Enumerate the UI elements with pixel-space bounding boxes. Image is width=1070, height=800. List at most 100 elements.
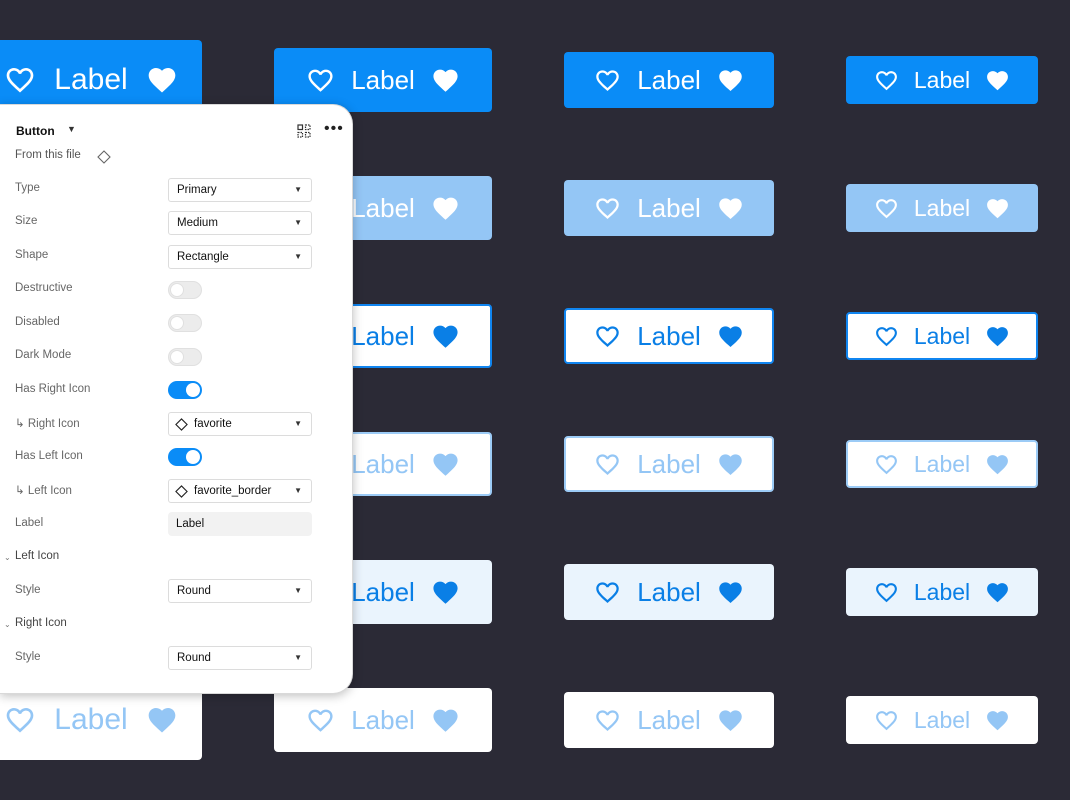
size-select-value: Medium	[177, 217, 218, 229]
button-outline-disabled-xsmall[interactable]: Label	[846, 440, 1038, 488]
button-label: Label	[54, 63, 128, 96]
button-label: Label	[637, 320, 701, 351]
prop-size-label: Size	[15, 215, 38, 227]
heart-filled-icon	[717, 579, 744, 606]
button-label: Label	[351, 192, 415, 223]
button-label: Label	[913, 578, 971, 605]
prop-right-icon-label: ↳ Right Icon	[15, 418, 80, 430]
left-icon-style-value: Round	[177, 585, 211, 597]
button-label: Label	[637, 192, 701, 223]
button-primary-disabled-small[interactable]: Label	[564, 180, 774, 236]
chevron-down-icon: ▼	[294, 653, 302, 662]
heart-filled-icon	[717, 67, 744, 94]
button-label: Label	[351, 64, 415, 95]
heart-outline-icon	[594, 451, 621, 478]
right-icon-section-title[interactable]: Right Icon	[15, 617, 67, 629]
component-instance-icon	[175, 417, 188, 431]
heart-outline-icon	[874, 580, 899, 605]
button-primary-disabled-xsmall[interactable]: Label	[846, 184, 1038, 232]
button-label: Label	[351, 448, 415, 479]
heart-outline-icon	[874, 68, 899, 93]
heart-outline-icon	[594, 67, 621, 94]
button-primary-xsmall[interactable]: Label	[846, 56, 1038, 104]
left-icon-section-title[interactable]: Left Icon	[15, 550, 59, 562]
right-icon-instance-select[interactable]: favorite ▼	[168, 412, 312, 436]
button-outline-disabled-small[interactable]: Label	[564, 436, 774, 492]
left-icon-style-label: Style	[15, 584, 41, 596]
disabled-toggle[interactable]	[168, 314, 202, 332]
chevron-down-icon[interactable]: ⌄	[4, 620, 11, 629]
chevron-down-icon: ▼	[294, 419, 302, 428]
right-icon-style-select[interactable]: Round ▼	[168, 646, 312, 670]
heart-filled-icon	[431, 578, 460, 607]
prop-shape-label: Shape	[15, 249, 49, 261]
heart-outline-icon	[4, 704, 36, 736]
button-label: Label	[913, 450, 971, 477]
label-text-input[interactable]	[168, 512, 312, 536]
heart-filled-icon	[146, 704, 178, 736]
prop-dark-mode-label: Dark Mode	[15, 349, 72, 361]
heart-filled-icon	[985, 708, 1010, 733]
button-outline-small[interactable]: Label	[564, 308, 774, 364]
heart-filled-icon	[985, 580, 1010, 605]
chevron-down-icon: ▼	[294, 486, 302, 495]
button-primary-medium[interactable]: Label	[274, 48, 492, 112]
more-options-icon[interactable]: •••	[324, 121, 344, 137]
toggle-knob	[170, 283, 184, 297]
button-primary-small[interactable]: Label	[564, 52, 774, 108]
button-label: Label	[351, 320, 415, 351]
has-left-icon-toggle[interactable]	[168, 448, 202, 466]
heart-outline-icon	[874, 196, 899, 221]
destructive-toggle[interactable]	[168, 281, 202, 299]
left-icon-value: favorite_border	[194, 485, 272, 497]
left-icon-instance-select[interactable]: favorite_border ▼	[168, 479, 312, 503]
dark-mode-toggle[interactable]	[168, 348, 202, 366]
chevron-down-icon: ▼	[294, 185, 302, 194]
type-select[interactable]: Primary ▼	[168, 178, 312, 202]
button-label: Label	[913, 194, 971, 221]
heart-filled-icon	[985, 324, 1010, 349]
component-source: From this file	[15, 149, 81, 161]
toggle-knob	[170, 350, 184, 364]
heart-outline-icon	[594, 323, 621, 350]
chevron-down-icon[interactable]: ⌄	[4, 553, 11, 562]
prop-has-left-icon-label: Has Left Icon	[15, 450, 83, 462]
chevron-down-icon: ▼	[294, 218, 302, 227]
shape-select-value: Rectangle	[177, 251, 229, 263]
component-grid-icon[interactable]	[297, 124, 311, 138]
heart-outline-icon	[874, 324, 899, 349]
prop-has-right-icon-label: Has Right Icon	[15, 383, 91, 395]
button-outline-xsmall[interactable]: Label	[846, 312, 1038, 360]
panel-title[interactable]: Button	[16, 124, 55, 138]
component-instance-icon	[175, 484, 188, 498]
properties-panel: Button ▼ ••• From this file Type Primary…	[0, 104, 353, 694]
heart-filled-icon	[985, 196, 1010, 221]
right-icon-style-label: Style	[15, 651, 41, 663]
button-tint-disabled-medium[interactable]: Label	[274, 688, 492, 752]
button-label: Label	[913, 322, 971, 349]
chevron-down-icon[interactable]: ▼	[67, 124, 76, 134]
button-tint-xsmall[interactable]: Label	[846, 568, 1038, 616]
heart-outline-icon	[594, 707, 621, 734]
heart-outline-icon	[306, 706, 335, 735]
heart-filled-icon	[431, 322, 460, 351]
button-tint-small[interactable]: Label	[564, 564, 774, 620]
heart-filled-icon	[431, 66, 460, 95]
button-label: Label	[637, 576, 701, 607]
toggle-knob	[186, 383, 200, 397]
left-icon-style-select[interactable]: Round ▼	[168, 579, 312, 603]
heart-filled-icon	[717, 707, 744, 734]
button-tint-disabled-small[interactable]: Label	[564, 692, 774, 748]
heart-filled-icon	[146, 64, 178, 96]
size-select[interactable]: Medium ▼	[168, 211, 312, 235]
shape-select[interactable]: Rectangle ▼	[168, 245, 312, 269]
right-icon-value: favorite	[194, 418, 232, 430]
heart-outline-icon	[594, 195, 621, 222]
component-instance-icon[interactable]	[97, 150, 111, 169]
heart-filled-icon	[985, 68, 1010, 93]
button-tint-disabled-xsmall[interactable]: Label	[846, 696, 1038, 744]
heart-filled-icon	[985, 452, 1010, 477]
has-right-icon-toggle[interactable]	[168, 381, 202, 399]
heart-filled-icon	[717, 323, 744, 350]
prop-left-icon-label: ↳ Left Icon	[15, 485, 72, 497]
